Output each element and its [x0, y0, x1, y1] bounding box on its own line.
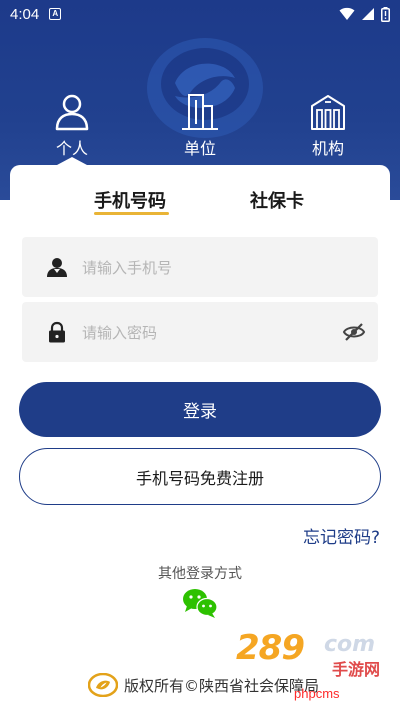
status-bar: 4:04 A — [0, 0, 400, 28]
tab-personal[interactable]: 个人 — [27, 92, 117, 159]
register-button[interactable]: 手机号码免费注册 — [19, 448, 381, 505]
other-login-label: 其他登录方式 — [158, 566, 242, 582]
status-time: 4:04 — [10, 5, 40, 23]
si-logo-icon — [88, 673, 118, 697]
phone-placeholder: 请输入手机号 — [82, 258, 173, 277]
watermark-brand: 289 — [236, 628, 305, 668]
active-tab-underline — [94, 212, 169, 215]
selected-tab-indicator — [57, 157, 87, 165]
watermark-site: phpcms — [294, 686, 340, 701]
wifi-icon — [339, 7, 355, 20]
wechat-icon[interactable] — [181, 587, 219, 619]
eye-off-icon[interactable] — [342, 320, 366, 344]
user-id-icon — [47, 258, 67, 277]
watermark: 289 com 手游网 phpcms — [228, 628, 388, 712]
user-type-tabs: 个人 单位 机构 — [0, 92, 400, 162]
forgot-password-link[interactable]: 忘记密码? — [303, 523, 380, 548]
battery-icon — [381, 6, 390, 22]
tab-unit-label: 单位 — [183, 139, 216, 158]
watermark-domain: com — [324, 632, 376, 657]
notification-badge: A — [49, 8, 62, 20]
password-placeholder: 请输入密码 — [82, 323, 158, 342]
signal-icon — [362, 8, 374, 20]
tab-institution-label: 机构 — [311, 139, 344, 158]
person-icon — [55, 94, 89, 131]
phone-field[interactable]: 请输入手机号 — [22, 237, 378, 297]
tab-personal-label: 个人 — [55, 139, 88, 158]
tab-phone-login[interactable]: 手机号码 — [94, 187, 166, 213]
password-field[interactable]: 请输入密码 — [22, 302, 378, 362]
lock-icon — [49, 321, 65, 343]
building-icon — [182, 94, 218, 130]
tab-social-card-login[interactable]: 社保卡 — [250, 187, 304, 213]
login-button[interactable]: 登录 — [19, 382, 381, 437]
tab-unit[interactable]: 单位 — [155, 92, 245, 159]
tab-institution[interactable]: 机构 — [283, 92, 373, 159]
watermark-subtitle: 手游网 — [332, 660, 381, 679]
login-method-tabs: 手机号码 社保卡 — [10, 165, 390, 225]
institution-icon — [311, 95, 345, 130]
